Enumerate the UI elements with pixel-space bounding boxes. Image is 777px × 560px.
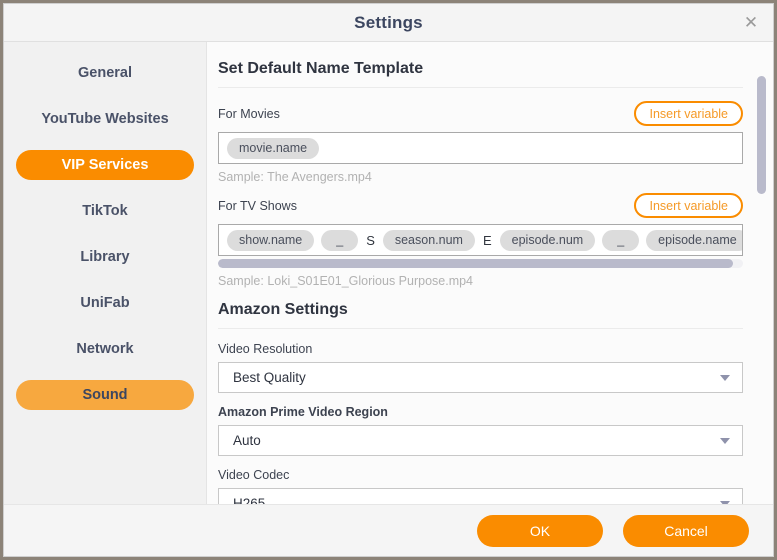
scrollbar-thumb[interactable] [218,259,733,268]
sidebar-item-label: Library [80,249,130,265]
insert-variable-movies-button[interactable]: Insert variable [634,101,743,126]
amazon-settings-heading: Amazon Settings [218,301,348,318]
token-separator-s: S [366,232,375,248]
sidebar-item-tiktok[interactable]: TikTok [16,196,194,226]
sidebar-item-label: TikTok [82,203,128,219]
tvshows-sample-text: Sample: Loki_S01E01_Glorious Purpose.mp4 [218,274,474,288]
token-chip-show-name[interactable]: show.name [227,229,315,251]
sidebar-item-label: UniFab [80,295,130,311]
chevron-down-icon [720,374,730,381]
video-resolution-label: Video Resolution [218,342,313,356]
video-codec-value: H265 [233,496,266,504]
chevron-down-icon [720,500,730,504]
tvshows-field-header: For TV Shows Insert variable [218,193,743,218]
content-vertical-scrollbar[interactable] [757,70,766,504]
ok-button[interactable]: OK [477,514,603,547]
settings-scroll-area: Set Default Name Template For Movies Ins… [207,42,773,504]
tvshows-label: For TV Shows [218,198,297,213]
video-resolution-value: Best Quality [233,370,306,385]
tvshows-horizontal-scrollbar[interactable] [218,259,743,268]
movies-label: For Movies [218,106,280,121]
sidebar-item-youtube-websites[interactable]: YouTube Websites [16,104,194,134]
scrollbar-thumb[interactable] [757,76,766,194]
sidebar-item-sound[interactable]: Sound [16,380,194,410]
section-divider [218,87,743,88]
section-divider [218,328,743,329]
prime-video-region-value: Auto [233,433,261,448]
token-chip-underscore-1[interactable]: _ [321,229,359,251]
sidebar-item-vip-services[interactable]: VIP Services [16,150,194,180]
sidebar-item-label: Network [76,341,134,357]
token-chip-movie-name[interactable]: movie.name [227,137,320,159]
settings-window: Settings ✕ General YouTube Websites VIP … [3,3,774,557]
title-bar: Settings ✕ [4,4,773,42]
token-chip-season-num[interactable]: season.num [382,229,475,251]
name-template-heading: Set Default Name Template [218,60,424,77]
close-icon[interactable]: ✕ [737,9,765,37]
sidebar-item-label: YouTube Websites [41,111,169,127]
sidebar-item-label: VIP Services [61,157,149,173]
movies-template-input[interactable]: movie.name [218,132,743,164]
window-body: General YouTube Websites VIP Services Ti… [4,42,773,504]
sidebar-item-library[interactable]: Library [16,242,194,272]
movies-field-header: For Movies Insert variable [218,101,743,126]
settings-content-panel: Set Default Name Template For Movies Ins… [207,42,773,504]
sidebar-item-label: General [78,65,132,81]
insert-variable-tvshows-button[interactable]: Insert variable [634,193,743,218]
video-resolution-select[interactable]: Best Quality [218,362,743,393]
movies-sample-text: Sample: The Avengers.mp4 [218,170,372,184]
token-chip-episode-num[interactable]: episode.num [499,229,596,251]
prime-video-region-select[interactable]: Auto [218,425,743,456]
prime-video-region-label: Amazon Prime Video Region [218,405,388,419]
dialog-footer: OK Cancel [4,504,773,556]
token-separator-e: E [482,232,492,248]
sidebar-item-label: Sound [82,387,128,403]
video-codec-label: Video Codec [218,468,290,482]
tvshows-template-input[interactable]: show.name _ S season.num E episode.num _… [218,224,743,256]
token-chip-underscore-2[interactable]: _ [602,229,640,251]
sidebar-item-general[interactable]: General [16,58,194,88]
sidebar: General YouTube Websites VIP Services Ti… [4,42,207,504]
chevron-down-icon [720,437,730,444]
sidebar-item-unifab[interactable]: UniFab [16,288,194,318]
token-chip-episode-name[interactable]: episode.name [646,229,742,251]
page-title: Settings [354,12,423,32]
sidebar-item-network[interactable]: Network [16,334,194,364]
cancel-button[interactable]: Cancel [623,514,749,547]
video-codec-select[interactable]: H265 [218,488,743,504]
